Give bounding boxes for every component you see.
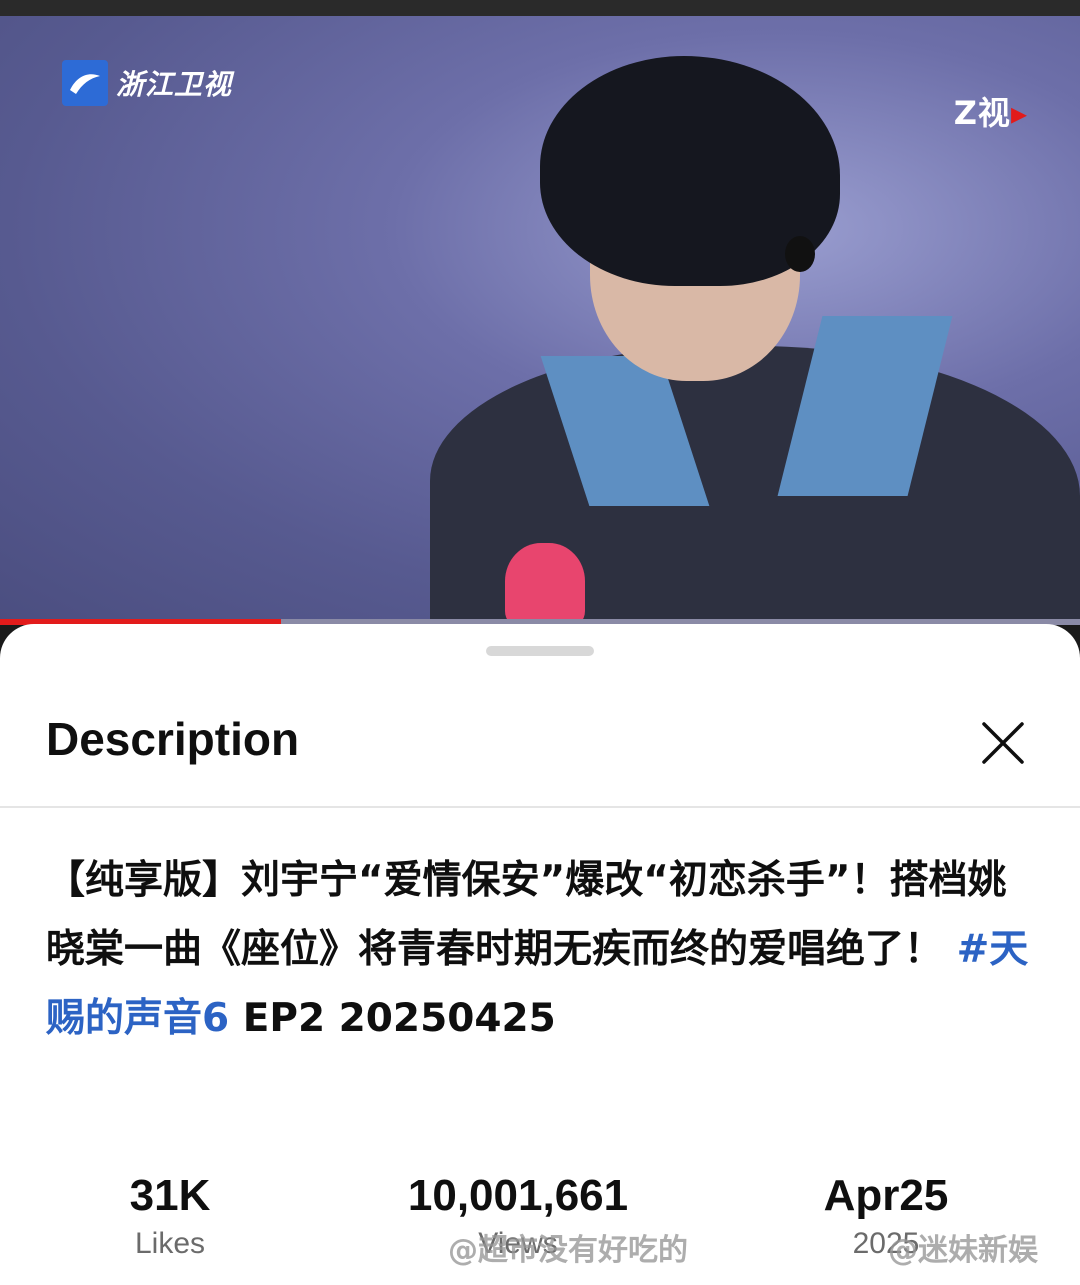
sheet-title: Description: [46, 713, 300, 765]
divider: [0, 806, 1080, 808]
close-icon: [982, 722, 1024, 764]
channel-logo-icon: [62, 60, 108, 106]
video-description: 【纯享版】刘宇宁“爱情保安”爆改“初恋杀手”！搭档姚晓棠一曲《座位》将青春时期无…: [46, 846, 1036, 1053]
watermark-left: @超市没有好吃的: [448, 1233, 688, 1268]
video-player[interactable]: 浙江卫视 Z视▸: [0, 16, 1080, 623]
description-tail: EP2 20250425: [229, 996, 556, 1041]
video-frame-performer: [430, 56, 1080, 623]
publish-date: Apr25: [823, 1171, 949, 1220]
views-count: 10,001,661: [407, 1171, 629, 1220]
watermark-right: @迷妹新娱: [888, 1233, 1038, 1268]
channel-logo-text: 浙江卫视: [116, 68, 233, 101]
likes-count: 31K: [129, 1171, 211, 1220]
channel-logo: 浙江卫视: [62, 60, 232, 106]
description-text: 【纯享版】刘宇宁“爱情保安”爆改“初恋杀手”！搭档姚晓棠一曲《座位》将青春时期无…: [46, 858, 1007, 972]
sheet-drag-handle[interactable]: [486, 646, 594, 656]
corner-logo: Z视▸: [954, 88, 1028, 134]
corner-logo-text: Z视: [953, 94, 1011, 132]
likes-label: Likes: [134, 1227, 206, 1260]
likes-stat: 31K Likes: [70, 1168, 270, 1264]
play-triangle-icon: ▸: [1010, 94, 1028, 132]
top-strip: [0, 0, 1080, 16]
close-button[interactable]: [976, 716, 1030, 770]
description-sheet: Description 【纯享版】刘宇宁“爱情保安”爆改“初恋杀手”！搭档姚晓棠…: [0, 624, 1080, 1285]
